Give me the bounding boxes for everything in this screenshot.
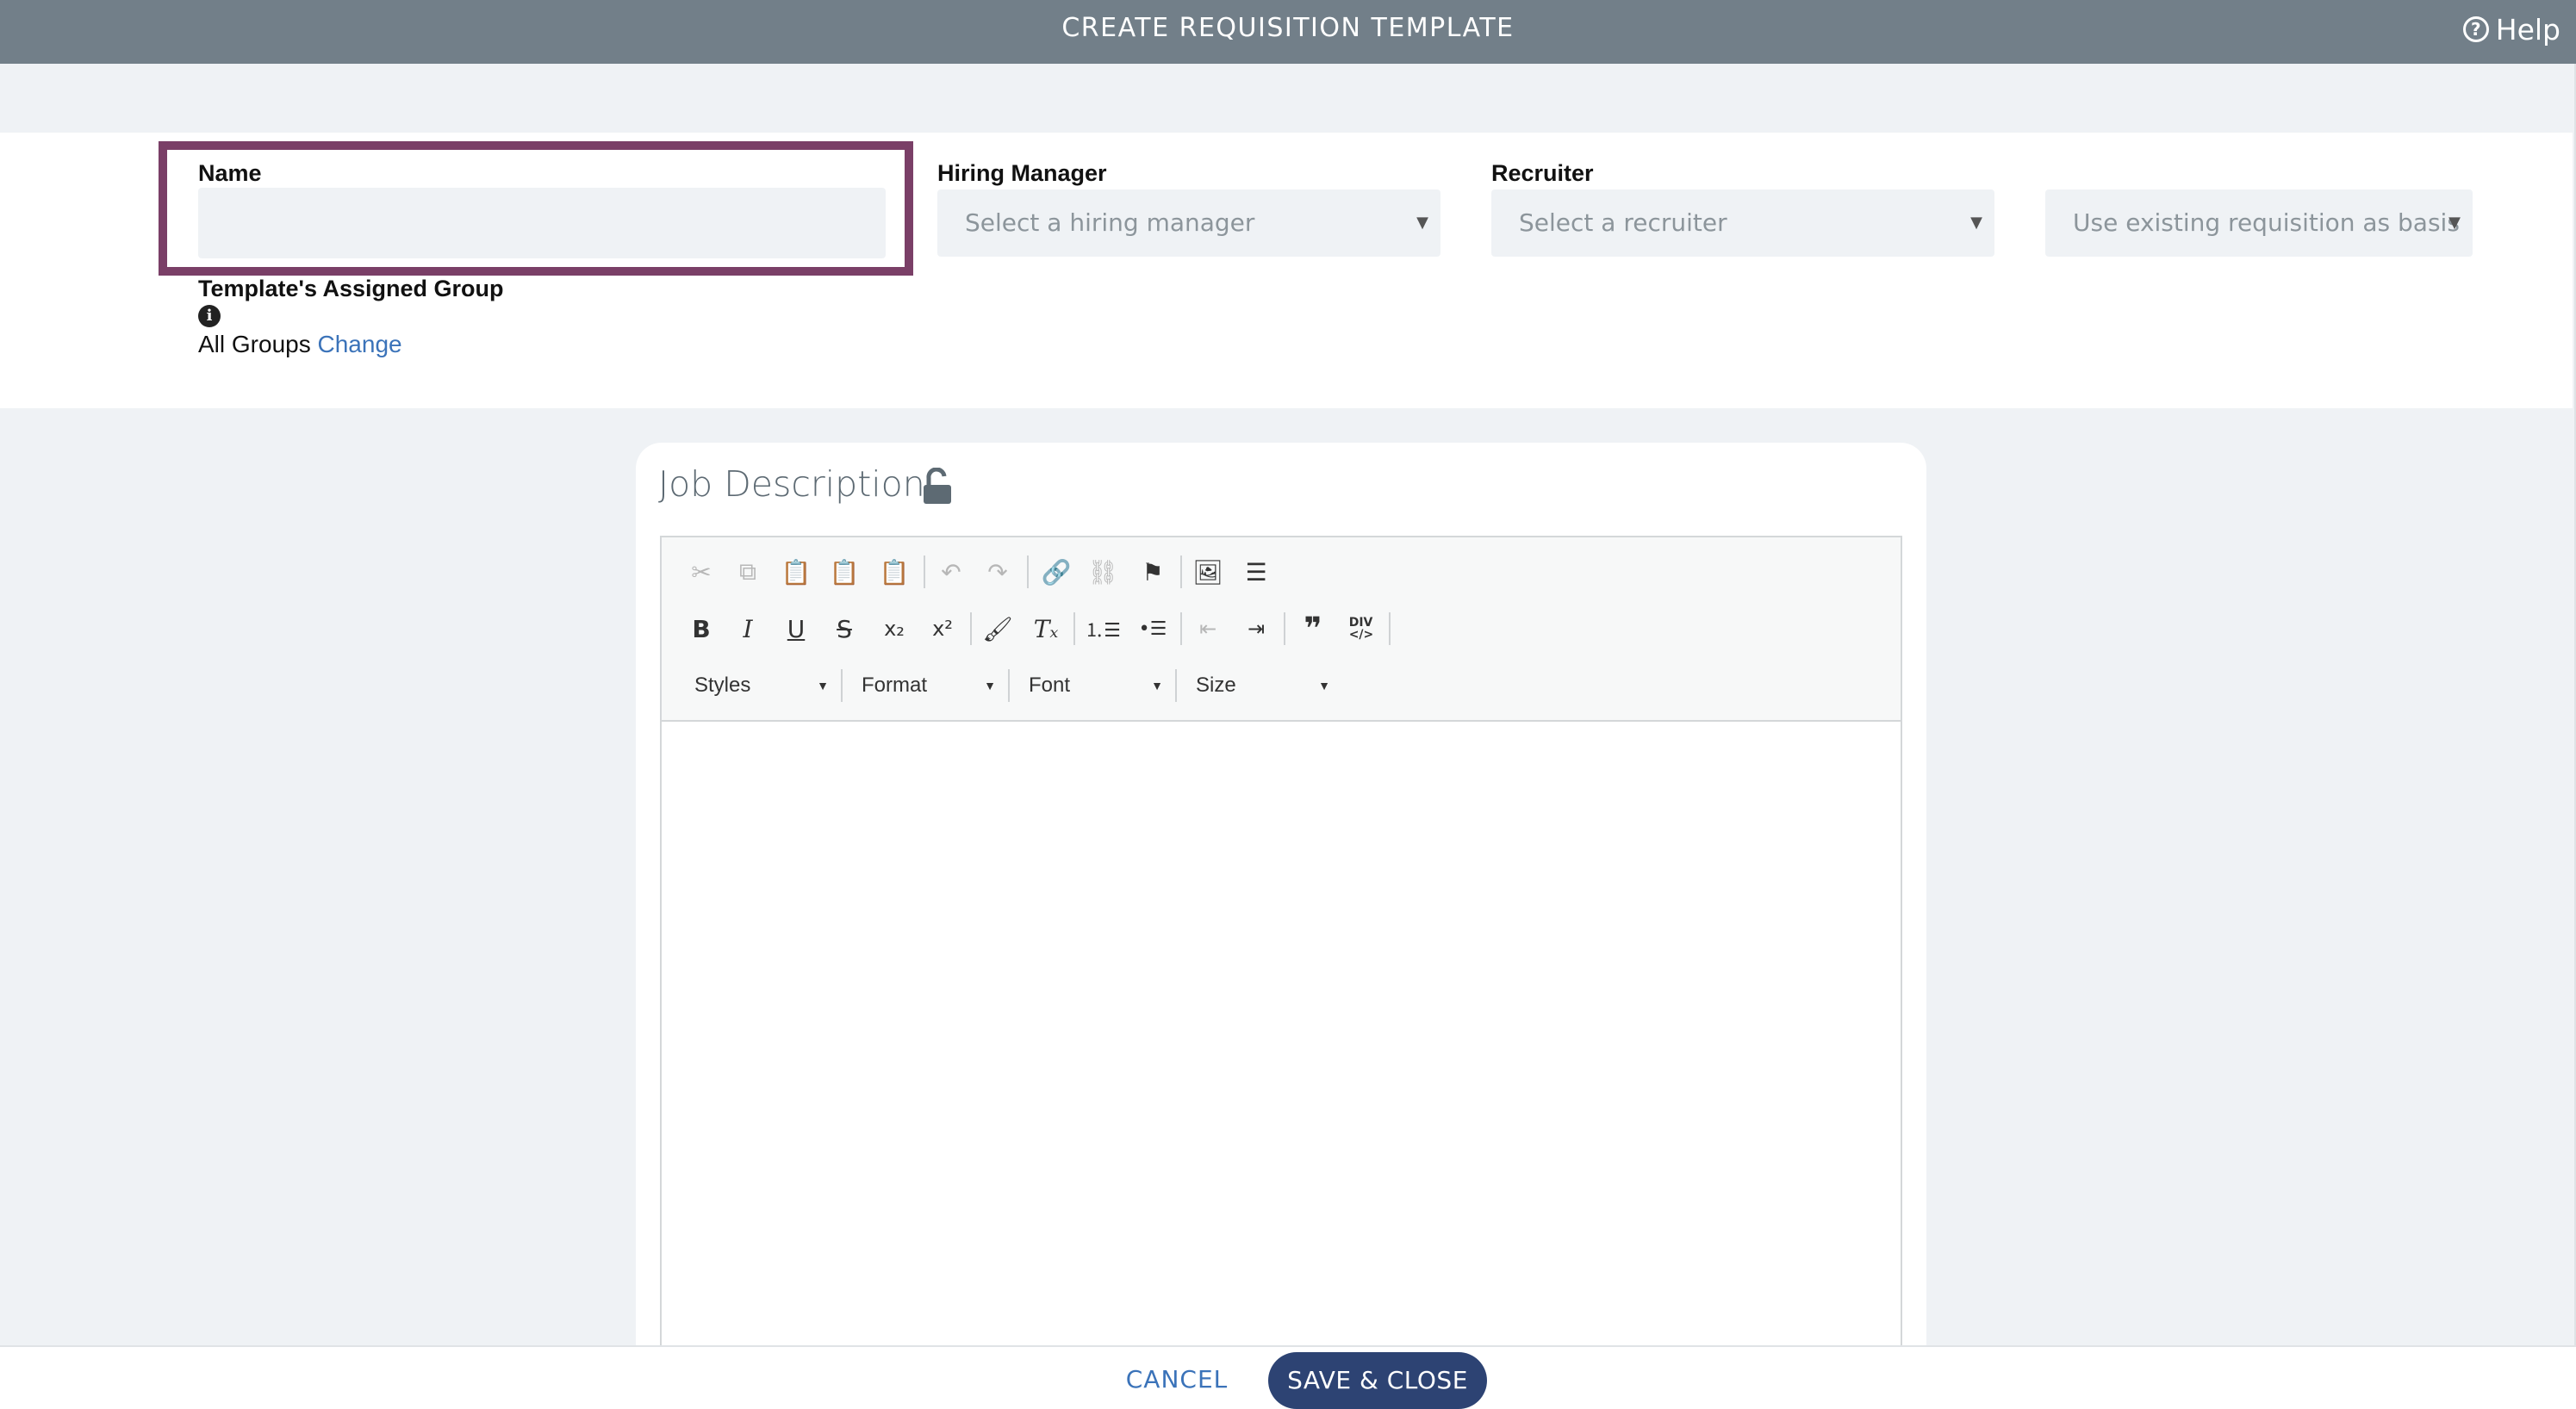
title-bar: CREATE REQUISITION TEMPLATE ? Help — [0, 0, 2576, 64]
toolbar-separator — [970, 612, 972, 645]
cut-icon[interactable]: ✂ — [686, 556, 717, 587]
cancel-button[interactable]: CANCEL — [1117, 1356, 1237, 1404]
copy-format-icon[interactable]: 🖌 — [982, 613, 1013, 644]
anchor-flag-icon[interactable]: ⚑ — [1137, 556, 1168, 587]
assigned-group-value: All Groups Change — [198, 331, 402, 358]
bold-icon[interactable]: B — [686, 613, 717, 644]
toolbar-separator — [1027, 556, 1029, 588]
name-input[interactable] — [198, 188, 886, 258]
image-icon[interactable]: 🖼 — [1192, 556, 1223, 587]
redo-icon[interactable]: ↷ — [982, 556, 1013, 587]
caret-down-icon: ▼ — [1151, 679, 1163, 692]
hiring-manager-placeholder: Select a hiring manager — [965, 208, 1255, 237]
toolbar-separator — [1389, 612, 1391, 645]
unlink-icon[interactable]: ⛓ — [1087, 556, 1118, 587]
paste-word-icon[interactable]: 📋 — [879, 556, 910, 587]
change-group-link[interactable]: Change — [318, 331, 402, 357]
link-icon[interactable]: 🔗 — [1041, 556, 1072, 587]
requisition-basis-select[interactable]: Use existing requisition as basis ▼ — [2045, 189, 2473, 257]
subscript-icon[interactable]: x₂ — [879, 613, 910, 644]
toolbar-separator — [1008, 669, 1010, 702]
strike-icon[interactable]: S — [829, 613, 860, 644]
caret-down-icon: ▼ — [817, 679, 829, 692]
toolbar-separator — [924, 556, 925, 588]
format-label: Format — [862, 673, 928, 697]
indent-icon[interactable]: ⇥ — [1241, 613, 1272, 644]
group-value: All Groups — [198, 331, 311, 357]
chevron-down-icon: ▼ — [1970, 214, 1982, 232]
paste-icon[interactable]: 📋 — [781, 556, 812, 587]
assigned-group-label: Template's Assigned Group — [198, 276, 504, 301]
hiring-manager-select[interactable]: Select a hiring manager ▼ — [937, 189, 1440, 257]
toolbar-separator — [1175, 669, 1177, 702]
caret-down-icon: ▼ — [1318, 679, 1330, 692]
font-combo[interactable]: Font ▼ — [1029, 668, 1163, 703]
outdent-icon[interactable]: ⇤ — [1192, 613, 1223, 644]
recruiter-select[interactable]: Select a recruiter ▼ — [1491, 189, 1994, 257]
size-combo[interactable]: Size ▼ — [1196, 668, 1330, 703]
info-icon[interactable]: i — [198, 305, 221, 327]
help-label: Help — [2495, 12, 2560, 47]
save-and-close-button[interactable]: SAVE & CLOSE — [1268, 1352, 1487, 1409]
superscript-icon[interactable]: x² — [927, 613, 958, 644]
undo-icon[interactable]: ↶ — [936, 556, 967, 587]
caret-down-icon: ▼ — [984, 679, 996, 692]
toolbar-separator — [841, 669, 843, 702]
paste-text-icon[interactable]: 📋 — [829, 556, 860, 587]
numbered-list-icon[interactable]: ⒈☰ — [1085, 613, 1121, 644]
recruiter-placeholder: Select a recruiter — [1519, 208, 1727, 237]
recruiter-label: Recruiter — [1491, 160, 1594, 186]
help-button[interactable]: ? Help — [2462, 12, 2560, 47]
copy-icon[interactable]: ⧉ — [732, 556, 763, 587]
remove-format-icon[interactable]: Tₓ — [1030, 613, 1061, 644]
div-container-icon[interactable]: DIV </> — [1346, 613, 1377, 644]
chevron-down-icon: ▼ — [1416, 214, 1428, 232]
toolbar-separator — [1284, 612, 1285, 645]
blockquote-icon[interactable]: ❞ — [1297, 611, 1328, 647]
job-description-title: Job Description — [658, 463, 925, 505]
toolbar-separator — [1073, 612, 1075, 645]
horizontal-rule-icon[interactable]: ☰ — [1241, 556, 1272, 587]
styles-label: Styles — [694, 673, 751, 697]
name-label: Name — [198, 160, 262, 186]
bulleted-list-icon[interactable]: •☰ — [1137, 613, 1168, 644]
toolbar-separator — [1180, 556, 1182, 588]
window-title: CREATE REQUISITION TEMPLATE — [1061, 13, 1515, 43]
format-combo[interactable]: Format ▼ — [862, 668, 996, 703]
underline-icon[interactable]: U — [781, 613, 812, 644]
chevron-down-icon: ▼ — [2448, 214, 2461, 232]
hiring-manager-label: Hiring Manager — [937, 160, 1107, 186]
size-label: Size — [1196, 673, 1236, 697]
italic-icon[interactable]: I — [732, 613, 763, 644]
unlock-icon[interactable] — [922, 468, 953, 506]
requisition-basis-placeholder: Use existing requisition as basis — [2073, 208, 2460, 237]
editor-content-area[interactable] — [663, 723, 1899, 1345]
font-label: Font — [1029, 673, 1071, 697]
styles-combo[interactable]: Styles ▼ — [694, 668, 829, 703]
question-circle-icon: ? — [2462, 16, 2489, 42]
toolbar-separator — [1180, 612, 1182, 645]
